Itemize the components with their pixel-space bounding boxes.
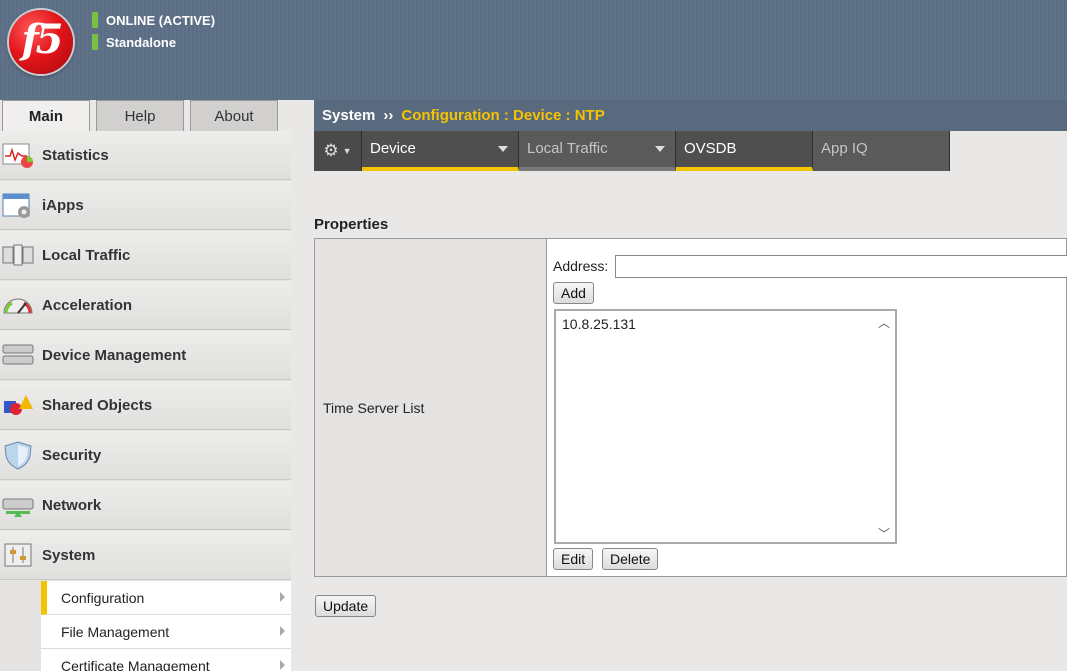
- add-button[interactable]: Add: [553, 282, 594, 304]
- sidebar-item-device-management[interactable]: Device Management: [0, 331, 291, 380]
- sidebar-item-label: Acceleration: [42, 296, 133, 314]
- breadcrumb-separator: ››: [383, 107, 394, 124]
- gear-menu-button[interactable]: ⚙ ▼: [314, 131, 362, 171]
- sidebar-item-security[interactable]: Security: [0, 431, 291, 480]
- system-icon: [2, 539, 34, 571]
- chevron-right-icon: [280, 660, 285, 670]
- menu-local-traffic[interactable]: Local Traffic: [519, 131, 676, 171]
- subnav-label: Certificate Management: [61, 657, 210, 671]
- mode-indicator: [92, 34, 98, 50]
- scroll-up-icon[interactable]: ︿: [877, 314, 891, 330]
- chevron-down-icon: [655, 146, 665, 152]
- shared-objects-icon: [2, 389, 34, 421]
- device-management-icon: [2, 339, 34, 371]
- top-banner: f5 ONLINE (ACTIVE) Standalone: [0, 0, 1067, 100]
- status-text: ONLINE (ACTIVE): [106, 12, 216, 28]
- sidebar-item-statistics[interactable]: Statistics: [0, 131, 291, 180]
- subnav-label: File Management: [61, 623, 170, 640]
- subnav-file-management[interactable]: File Management: [41, 615, 291, 649]
- menu-label: Device: [370, 140, 416, 157]
- subnav-configuration[interactable]: Configuration: [41, 581, 291, 615]
- sidebar-item-system[interactable]: System: [0, 531, 291, 580]
- sidebar-item-local-traffic[interactable]: Local Traffic: [0, 231, 291, 280]
- address-input[interactable]: [615, 255, 1067, 278]
- menu-label: Local Traffic: [527, 140, 608, 157]
- sidebar-item-label: iApps: [42, 196, 84, 214]
- menu-label: App IQ: [821, 140, 868, 157]
- iapps-icon: [2, 189, 34, 221]
- menu-device[interactable]: Device: [362, 131, 519, 171]
- sidebar-item-label: Security: [42, 446, 102, 464]
- gear-icon: ⚙: [323, 141, 339, 160]
- breadcrumb: System ›› Configuration : Device : NTP: [314, 100, 1067, 131]
- tab-main[interactable]: Main: [2, 100, 90, 131]
- list-item[interactable]: 10.8.25.131: [562, 316, 636, 332]
- acceleration-icon: [2, 289, 34, 321]
- mode-text: Standalone: [106, 34, 177, 50]
- status-mode: Standalone: [92, 33, 176, 51]
- sidebar-item-label: Device Management: [42, 346, 187, 364]
- chevron-down-icon: ▼: [342, 146, 352, 156]
- sidebar-item-label: System: [42, 546, 96, 564]
- scroll-down-icon[interactable]: ﹀: [877, 525, 891, 541]
- menu-ovsdb[interactable]: OVSDB: [676, 131, 813, 171]
- menu-app-iq[interactable]: App IQ: [813, 131, 950, 171]
- sidebar-item-label: Network: [42, 496, 102, 514]
- chevron-right-icon: [280, 592, 285, 602]
- edit-button[interactable]: Edit: [553, 548, 594, 570]
- row-label-text: Time Server List: [323, 399, 425, 416]
- menu-label: OVSDB: [684, 140, 737, 157]
- local-traffic-icon: [2, 239, 34, 271]
- tab-help[interactable]: Help: [96, 100, 184, 131]
- statistics-icon: [2, 139, 34, 171]
- sidebar-item-acceleration[interactable]: Acceleration: [0, 281, 291, 330]
- sidebar: Statistics iApps Local Traffic Accelerat…: [0, 131, 291, 671]
- sidebar-item-label: Shared Objects: [42, 396, 153, 414]
- shield-icon: [2, 439, 34, 471]
- f5-logo: f5: [9, 10, 73, 74]
- chevron-right-icon: [280, 626, 285, 636]
- sidebar-item-iapps[interactable]: iApps: [0, 181, 291, 230]
- delete-button[interactable]: Delete: [602, 548, 659, 570]
- sidebar-item-network[interactable]: Network: [0, 481, 291, 530]
- sidebar-item-label: Local Traffic: [42, 246, 131, 264]
- tab-about[interactable]: About: [190, 100, 278, 131]
- chevron-down-icon: [498, 146, 508, 152]
- subnav-label: Configuration: [61, 589, 145, 606]
- subnav-certificate-management[interactable]: Certificate Management: [41, 649, 291, 671]
- address-label: Address:: [553, 258, 609, 274]
- time-server-listbox[interactable]: 10.8.25.131 ︿ ﹀: [554, 309, 897, 544]
- sidebar-item-label: Statistics: [42, 146, 109, 164]
- status-online: ONLINE (ACTIVE): [92, 11, 215, 29]
- status-indicator: [92, 12, 98, 28]
- properties-heading: Properties: [314, 216, 389, 233]
- breadcrumb-root[interactable]: System: [322, 107, 375, 124]
- network-icon: [2, 489, 34, 521]
- properties-table: Time Server List Address: Add 10.8.25.13…: [314, 238, 1067, 577]
- breadcrumb-path: Configuration : Device : NTP: [401, 107, 605, 124]
- time-server-list-label: Time Server List: [315, 239, 547, 576]
- sidebar-item-shared-objects[interactable]: Shared Objects: [0, 381, 291, 430]
- update-button[interactable]: Update: [315, 595, 377, 617]
